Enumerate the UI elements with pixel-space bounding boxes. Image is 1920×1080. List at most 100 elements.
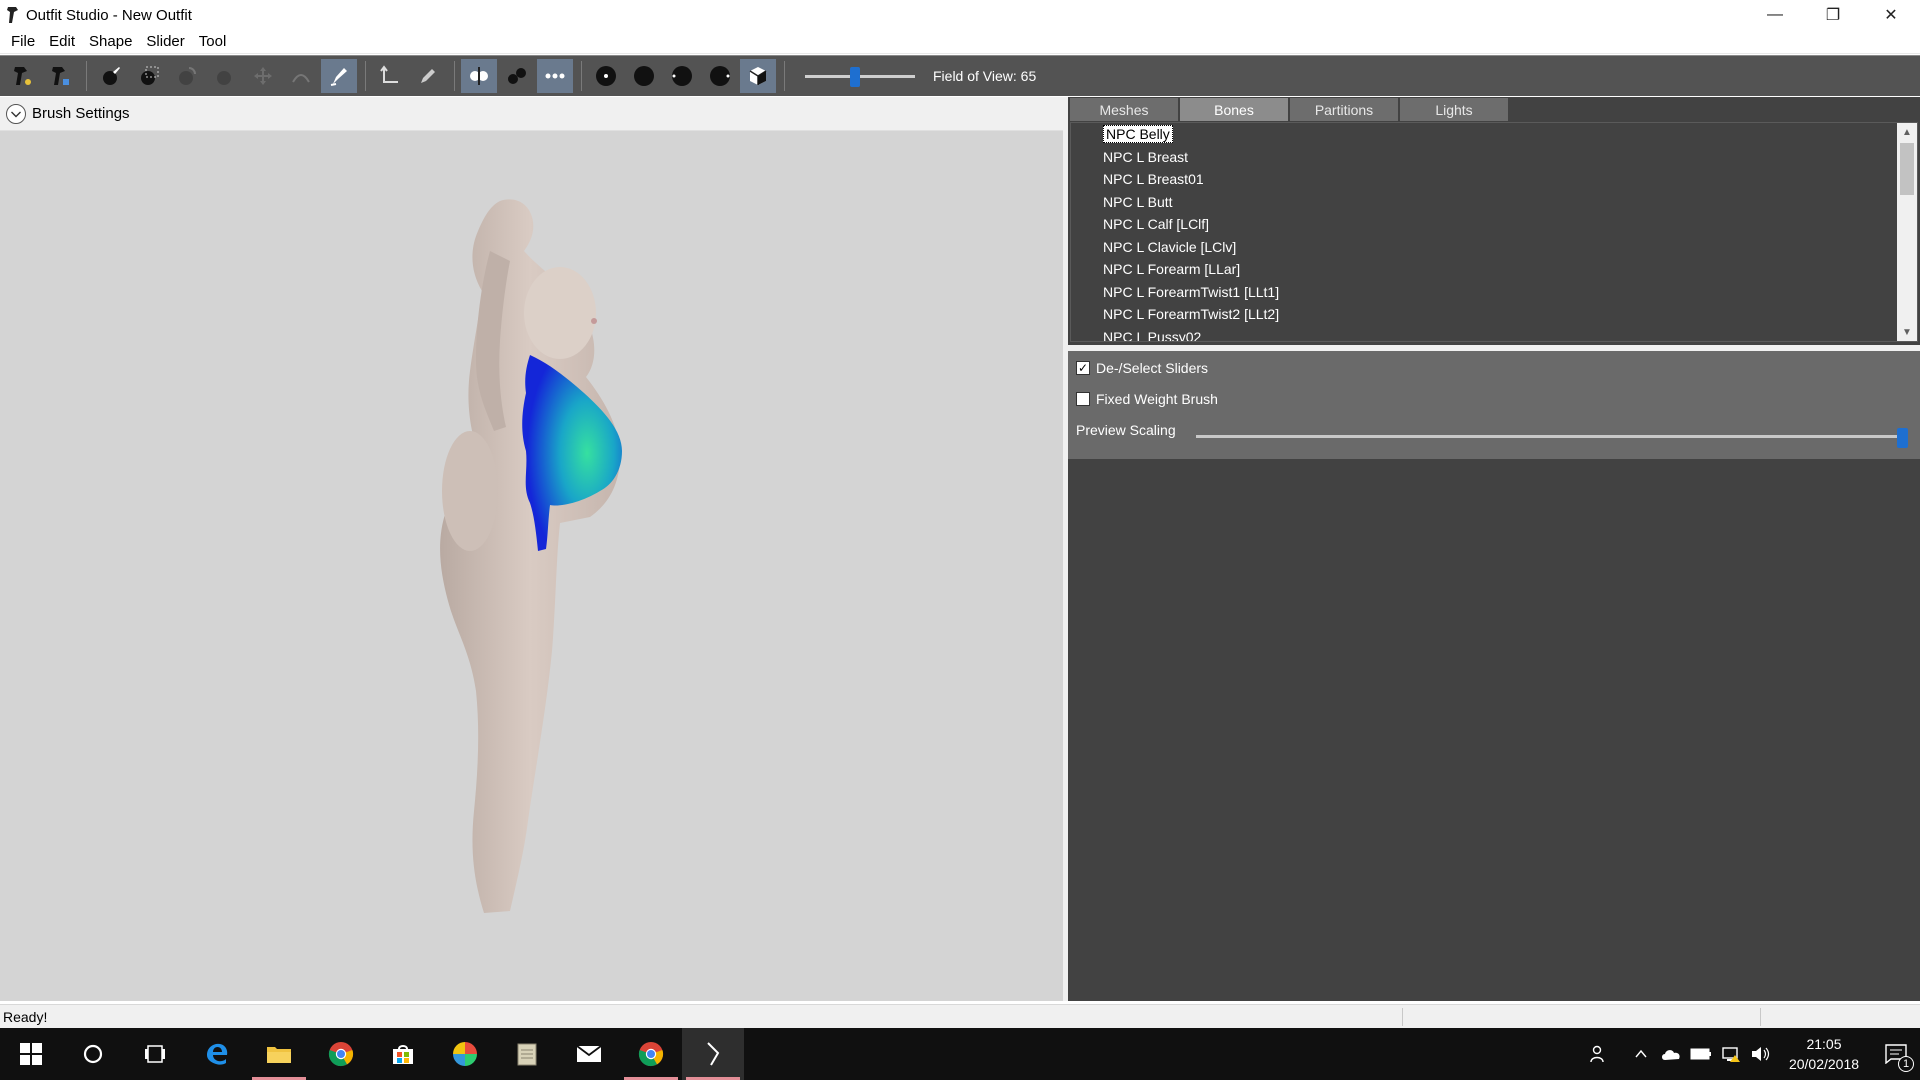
view-right-icon: [710, 66, 730, 86]
menu-shape[interactable]: Shape: [82, 33, 139, 50]
weight-brush-tool[interactable]: [321, 59, 357, 93]
fov-slider-thumb[interactable]: [849, 67, 860, 87]
bone-list-item[interactable]: NPC L Pussy02: [1071, 326, 1917, 342]
windows-logo-icon: [20, 1043, 42, 1065]
chevron-down-icon[interactable]: [5, 103, 27, 125]
3d-viewport[interactable]: [0, 131, 1063, 1001]
field-of-view-slider[interactable]: [805, 66, 915, 87]
bone-list-item[interactable]: NPC L Breast01: [1071, 168, 1917, 191]
deflate-brush-icon: [217, 71, 231, 85]
task-view-button[interactable]: [124, 1028, 186, 1080]
action-center-button[interactable]: 1: [1872, 1028, 1920, 1080]
outfit-star-icon: [14, 67, 31, 85]
bone-list-item[interactable]: NPC L Calf [LClf]: [1071, 213, 1917, 236]
transform-axis-icon: [380, 65, 398, 83]
clock-time: 21:05: [1806, 1036, 1842, 1052]
bone-list-item[interactable]: NPC L Butt: [1071, 191, 1917, 214]
pivot-tool[interactable]: [410, 59, 446, 93]
taskbar-chrome-running[interactable]: [620, 1028, 682, 1080]
move-tool[interactable]: [245, 59, 281, 93]
bone-list-item[interactable]: NPC L Clavicle [LClv]: [1071, 236, 1917, 259]
inflate-tool[interactable]: [169, 59, 205, 93]
brush-settings-header[interactable]: Brush Settings: [0, 97, 1065, 131]
network-icon[interactable]: [1716, 1028, 1746, 1080]
xray-toggle[interactable]: [537, 59, 573, 93]
edge-icon: [207, 1043, 228, 1065]
start-button[interactable]: [0, 1028, 62, 1080]
toolbar: Field of View: 65: [0, 55, 1920, 96]
fixed-weight-checkbox[interactable]: [1076, 392, 1090, 406]
bone-list-item[interactable]: NPC Belly: [1071, 123, 1917, 146]
connected-only-toggle[interactable]: [499, 59, 535, 93]
notepad-icon: [517, 1043, 537, 1066]
view-back-button[interactable]: [626, 59, 662, 93]
bone-list-item[interactable]: NPC L Forearm [LLar]: [1071, 258, 1917, 281]
battery-icon[interactable]: [1686, 1028, 1716, 1080]
menu-slider[interactable]: Slider: [139, 33, 191, 50]
taskbar-notepad[interactable]: [496, 1028, 558, 1080]
select-tool[interactable]: [42, 59, 78, 93]
notification-count-badge: 1: [1898, 1056, 1914, 1072]
bone-list[interactable]: NPC Belly NPC L Breast NPC L Breast01 NP…: [1070, 122, 1918, 342]
move-brush-icon: [254, 67, 272, 85]
mask-tool[interactable]: [131, 59, 167, 93]
close-button[interactable]: ✕: [1862, 0, 1920, 30]
fixed-weight-row[interactable]: Fixed Weight Brush: [1076, 391, 1218, 407]
preview-scaling-row: Preview Scaling: [1076, 422, 1912, 448]
people-icon[interactable]: [1584, 1028, 1614, 1080]
scroll-down-icon[interactable]: ▼: [1897, 323, 1917, 341]
preview-scaling-thumb[interactable]: [1897, 428, 1908, 448]
deselect-sliders-row[interactable]: ✓ De-/Select Sliders: [1076, 360, 1208, 376]
fov-slider-track: [805, 75, 915, 78]
volume-icon[interactable]: [1746, 1028, 1776, 1080]
deselect-sliders-checkbox[interactable]: ✓: [1076, 361, 1090, 375]
select-all-tool[interactable]: [4, 59, 40, 93]
view-left-button[interactable]: [664, 59, 700, 93]
menu-tool[interactable]: Tool: [192, 33, 234, 50]
smooth-tool[interactable]: [283, 59, 319, 93]
taskbar-outfit-studio[interactable]: [682, 1028, 744, 1080]
deflate-tool[interactable]: [207, 59, 243, 93]
deselect-sliders-label: De-/Select Sliders: [1096, 360, 1209, 376]
taskbar-color-app[interactable]: [434, 1028, 496, 1080]
tab-meshes[interactable]: Meshes: [1070, 98, 1178, 121]
preview-scaling-slider[interactable]: [1196, 428, 1908, 448]
maximize-button[interactable]: ❐: [1804, 0, 1862, 30]
bone-list-item[interactable]: NPC L ForearmTwist2 [LLt2]: [1071, 303, 1917, 326]
taskbar-store[interactable]: [372, 1028, 434, 1080]
weight-brush-icon: [330, 68, 347, 86]
tab-lights[interactable]: Lights: [1400, 98, 1508, 121]
tab-partitions[interactable]: Partitions: [1290, 98, 1398, 121]
onedrive-cloud-icon[interactable]: [1656, 1028, 1686, 1080]
brush-tool-standard[interactable]: [93, 59, 129, 93]
view-left-icon: [672, 66, 692, 86]
smooth-brush-icon: [292, 74, 310, 83]
menu-file[interactable]: File: [4, 33, 42, 50]
clock[interactable]: 21:05 20/02/2018: [1776, 1034, 1872, 1074]
bone-list-item[interactable]: NPC L Breast: [1071, 146, 1917, 169]
cortana-button[interactable]: [62, 1028, 124, 1080]
outfit-select-icon: [52, 67, 69, 85]
view-right-button[interactable]: [702, 59, 738, 93]
transform-tool[interactable]: [372, 59, 408, 93]
toolbar-separator: [454, 61, 455, 91]
bone-list-item[interactable]: NPC L ForearmTwist1 [LLt1]: [1071, 281, 1917, 304]
view-back-icon: [634, 66, 654, 86]
bone-name: NPC Belly: [1103, 125, 1173, 143]
mirror-x-toggle[interactable]: [461, 59, 497, 93]
taskbar-file-explorer[interactable]: [248, 1028, 310, 1080]
menu-edit[interactable]: Edit: [42, 33, 82, 50]
scrollbar-thumb[interactable]: [1900, 143, 1914, 195]
chevron-up-icon[interactable]: [1626, 1028, 1656, 1080]
minimize-button[interactable]: —: [1746, 0, 1804, 30]
bone-list-scrollbar[interactable]: ▲ ▼: [1897, 123, 1917, 341]
perspective-toggle[interactable]: [740, 59, 776, 93]
taskbar-chrome[interactable]: [310, 1028, 372, 1080]
taskbar-mail[interactable]: [558, 1028, 620, 1080]
view-front-button[interactable]: [588, 59, 624, 93]
toolbar-separator: [581, 61, 582, 91]
scroll-up-icon[interactable]: ▲: [1897, 123, 1917, 141]
taskbar-edge[interactable]: [186, 1028, 248, 1080]
system-tray: 21:05 20/02/2018 1: [1584, 1028, 1920, 1080]
tab-bones[interactable]: Bones: [1180, 98, 1288, 121]
